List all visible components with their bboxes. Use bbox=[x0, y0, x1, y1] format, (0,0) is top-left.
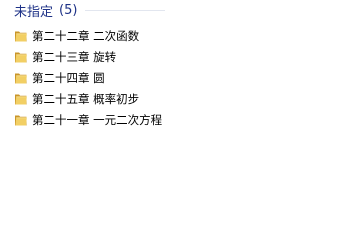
folder-icon bbox=[15, 94, 27, 104]
folder-item[interactable]: 第二十四章 圆 bbox=[14, 67, 334, 88]
folder-name: 第二十四章 圆 bbox=[32, 70, 105, 85]
group-count: (5) bbox=[59, 2, 78, 18]
folder-icon bbox=[15, 115, 27, 125]
folder-icon bbox=[15, 31, 27, 41]
folder-item[interactable]: 第二十一章 一元二次方程 bbox=[14, 109, 334, 130]
folder-name: 第二十五章 概率初步 bbox=[32, 91, 140, 106]
folder-name: 第二十一章 一元二次方程 bbox=[32, 112, 163, 127]
folder-name: 第二十三章 旋转 bbox=[32, 49, 117, 64]
file-list: 第二十二章 二次函数 第二十三章 旋转 第二十四章 圆 第二十五章 概率初步 第… bbox=[14, 25, 334, 130]
folder-icon bbox=[15, 52, 27, 62]
folder-icon bbox=[15, 73, 27, 83]
folder-item[interactable]: 第二十三章 旋转 bbox=[14, 46, 334, 67]
folder-item[interactable]: 第二十二章 二次函数 bbox=[14, 25, 334, 46]
folder-item[interactable]: 第二十五章 概率初步 bbox=[14, 88, 334, 109]
folder-name: 第二十二章 二次函数 bbox=[32, 28, 140, 43]
group-divider bbox=[85, 9, 166, 11]
group-header-unspecified[interactable]: 未指定 (5) bbox=[14, 0, 334, 20]
group-title: 未指定 bbox=[14, 4, 54, 20]
